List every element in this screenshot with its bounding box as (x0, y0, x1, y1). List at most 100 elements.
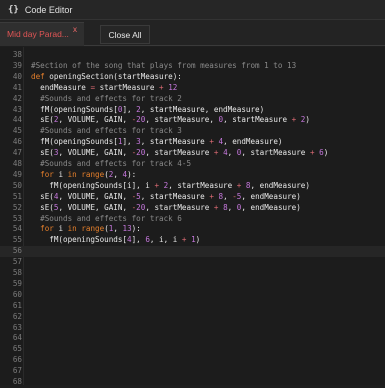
code-token: def (31, 71, 50, 81)
code-line[interactable]: 60 (0, 290, 385, 301)
code-text: #Sounds and effects for track 2 (31, 94, 182, 105)
code-token: sE( (31, 191, 54, 201)
line-number: 48 (12, 159, 22, 168)
code-text: sE(2, VOLUME, GAIN, -20, startMeasure, 0… (31, 115, 310, 126)
code-line[interactable]: 47 sE(3, VOLUME, GAIN, -20, startMeasure… (0, 148, 385, 159)
code-line[interactable]: 55 fM(openingSounds[4], 6, i, i + 1) (0, 235, 385, 246)
code-line[interactable]: 50 fM(openingSounds[i], i + 2, startMeas… (0, 181, 385, 192)
code-line[interactable]: 53 #Sounds and effects for track 6 (0, 214, 385, 225)
code-token: , startMeasure, (145, 115, 219, 125)
code-line[interactable]: 58 (0, 268, 385, 279)
code-line[interactable]: 68 (0, 377, 385, 388)
code-text: #Sounds and effects for track 4-5 (31, 159, 191, 170)
close-all-button[interactable]: Close All (100, 25, 150, 44)
line-number: 41 (12, 82, 22, 92)
code-token: range (81, 169, 105, 179)
code-token: , startMeasure (140, 137, 210, 147)
window-title: Code Editor (24, 4, 73, 15)
code-line[interactable]: 38 (0, 50, 385, 61)
code-text: fM(openingSounds[0], 2, startMeasure, en… (31, 105, 264, 116)
code-line[interactable]: 65 (0, 344, 385, 355)
code-line[interactable]: 56 (0, 246, 385, 258)
line-number: 46 (12, 137, 22, 147)
code-token: , VOLUME, GAIN, (58, 148, 132, 158)
code-line[interactable]: 67 (0, 366, 385, 377)
code-line[interactable]: 42 #Sounds and effects for track 2 (0, 94, 385, 105)
code-token: , (227, 148, 237, 158)
code-line[interactable]: 39 #Section of the song that plays from m… (0, 61, 385, 72)
code-line[interactable]: 63 (0, 323, 385, 334)
code-token: 20 (136, 202, 146, 212)
code-line[interactable]: 61 (0, 301, 385, 312)
line-number: 57 (12, 257, 22, 267)
line-number: 63 (12, 322, 22, 332)
line-number: 60 (12, 289, 22, 299)
code-line[interactable]: 48 #Sounds and effects for track 4-5 (0, 159, 385, 170)
code-line[interactable]: 41 endMeasure = startMeasure + 12 (0, 83, 385, 94)
code-line[interactable]: 49 for i in range(2, 4): (0, 170, 385, 181)
line-number: 39 (12, 60, 22, 70)
code-token: , endMeasure) (223, 137, 283, 147)
code-line[interactable]: 64 (0, 333, 385, 344)
line-number: 42 (12, 93, 22, 103)
code-token: fM(openingSounds[ (31, 104, 118, 114)
line-number: 51 (12, 191, 22, 201)
line-number: 62 (12, 311, 22, 321)
code-token: i (53, 224, 68, 234)
code-token: , VOLUME, GAIN, (58, 202, 132, 212)
code-line[interactable]: 59 (0, 279, 385, 290)
code-token: ], (122, 104, 137, 114)
code-editor-area[interactable]: 38 39 #Section of the song that plays from… (0, 47, 385, 388)
code-line[interactable]: 43 fM(openingSounds[0], 2, startMeasure,… (0, 105, 385, 116)
tab-close-icon[interactable]: x (73, 25, 77, 34)
code-line[interactable]: 62 (0, 312, 385, 323)
tab-mid-day-parade[interactable]: Mid day Parad... x (0, 22, 84, 46)
code-token: openingSection(startMeasure): (49, 71, 182, 81)
code-line[interactable]: 44 sE(2, VOLUME, GAIN, -20, startMeasure… (0, 115, 385, 126)
code-token: , (227, 202, 237, 212)
code-token: 20 (136, 115, 146, 125)
code-token: fM(openingSounds[i], i (31, 180, 155, 190)
code-text: fM(openingSounds[1], 3, startMeasure + 4… (31, 137, 283, 148)
code-token: 20 (136, 148, 146, 158)
line-number: 50 (12, 180, 22, 190)
code-token: , startMeasure (241, 148, 310, 158)
line-number: 58 (12, 268, 22, 277)
code-text: endMeasure = startMeasure + 12 (31, 83, 177, 94)
code-token: , startMeasure (140, 191, 210, 201)
line-number: 40 (12, 71, 22, 81)
code-text: for i in range(1, 13): (31, 224, 141, 235)
code-text: sE(5, VOLUME, GAIN, -20, startMeasure + … (31, 203, 301, 214)
code-text: fM(openingSounds[4], 6, i, i + 1) (31, 235, 200, 246)
line-number: 52 (12, 202, 22, 212)
code-token: fM(openingSounds[ (31, 137, 118, 147)
line-number: 54 (12, 224, 22, 234)
code-line[interactable]: 46 fM(openingSounds[1], 3, startMeasure … (0, 137, 385, 148)
code-line[interactable]: 66 (0, 355, 385, 366)
line-number: 61 (12, 300, 22, 310)
code-token: ], (122, 137, 137, 147)
code-token: for (40, 169, 54, 179)
line-number: 47 (12, 148, 22, 158)
code-line[interactable]: 45 #Sounds and effects for track 3 (0, 126, 385, 137)
code-line[interactable]: 40 def openingSection(startMeasure): (0, 72, 385, 83)
code-line[interactable]: 51 sE(4, VOLUME, GAIN, -5, startMeasure … (0, 192, 385, 203)
title-bar: {} Code Editor (0, 0, 385, 20)
code-token: , endMeasure) (241, 202, 301, 212)
code-token: #Sounds and effects for track 3 (31, 126, 182, 136)
code-token: , endMeasure) (241, 191, 301, 201)
line-number: 53 (12, 213, 22, 223)
line-number: 59 (12, 278, 22, 288)
line-number: 55 (12, 235, 22, 245)
code-line[interactable]: 52 sE(5, VOLUME, GAIN, -20, startMeasure… (0, 203, 385, 214)
code-text: def openingSection(startMeasure): (31, 72, 182, 83)
code-line[interactable]: 54 for i in range(1, 13): (0, 224, 385, 235)
code-token: sE( (31, 148, 54, 158)
code-token: endMeasure (31, 82, 91, 92)
line-number: 44 (12, 115, 22, 125)
code-text: sE(4, VOLUME, GAIN, -5, startMeasure + 8… (31, 192, 301, 203)
code-token: sE( (31, 115, 54, 125)
code-token: fM(openingSounds[ (31, 235, 128, 245)
code-line[interactable]: 57 (0, 257, 385, 268)
